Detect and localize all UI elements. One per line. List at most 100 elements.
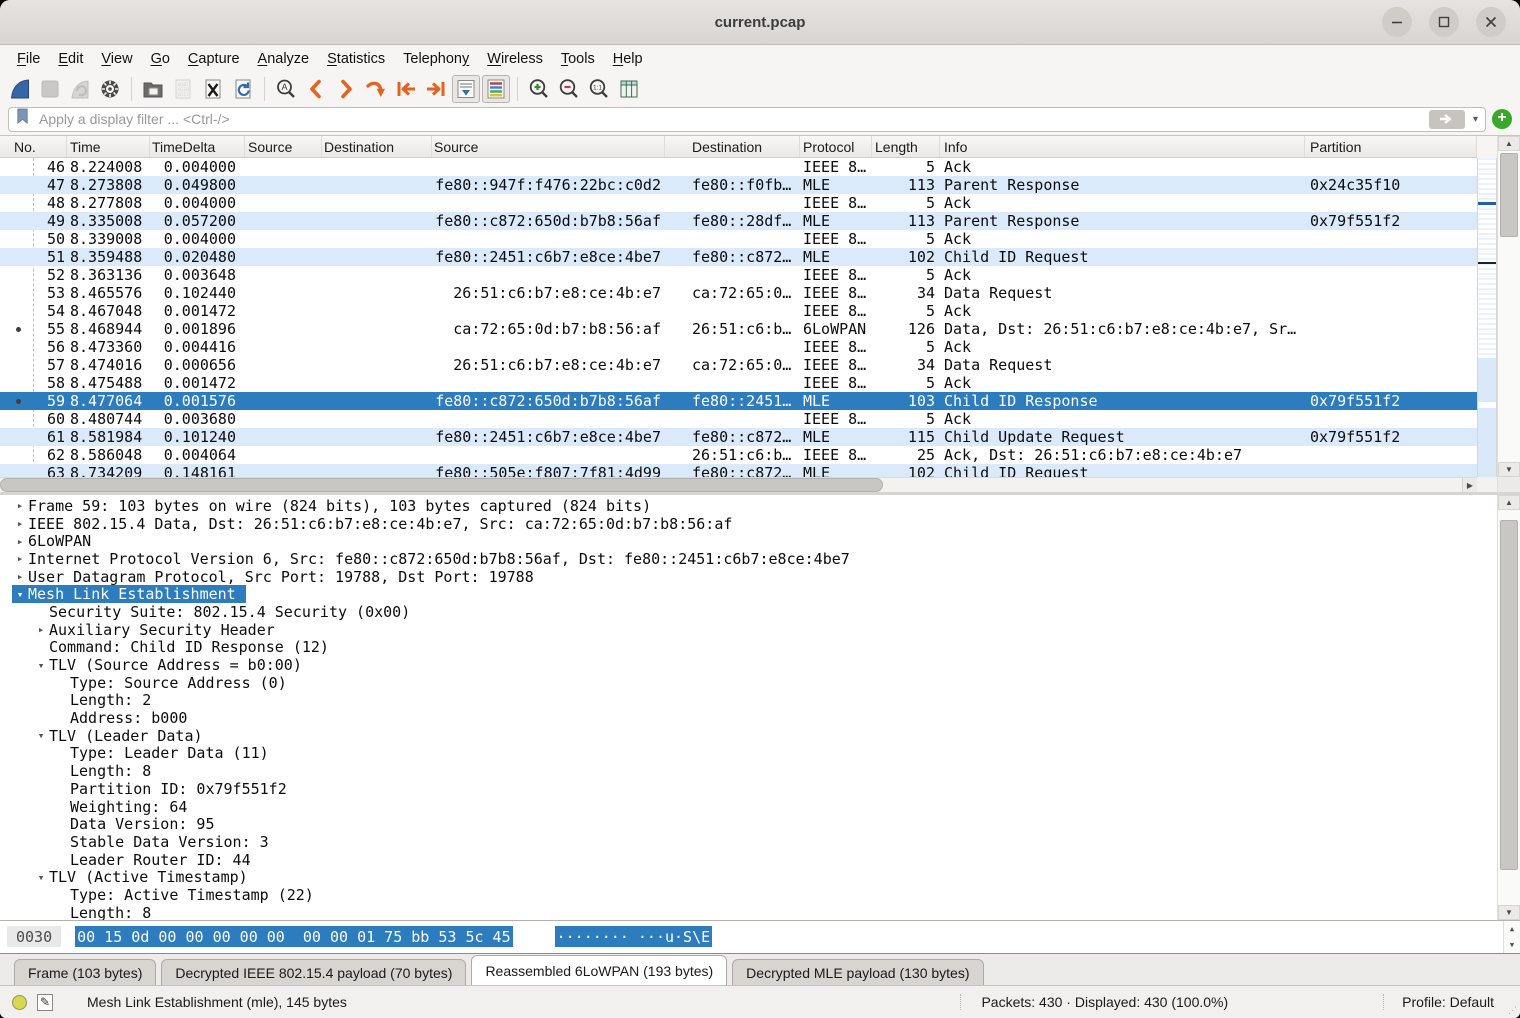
find-packet-icon[interactable]: A <box>272 75 300 103</box>
details-scroll-track[interactable] <box>1498 510 1520 905</box>
detail-row[interactable]: Type: Source Address (0) <box>0 674 1497 692</box>
detail-row[interactable]: Data Version: 95 <box>0 815 1497 833</box>
hex-scroll-down-arrow[interactable]: ▼ <box>1504 937 1520 953</box>
go-to-packet-icon[interactable] <box>362 75 390 103</box>
packet-row-53[interactable]: 538.4655760.10244026:51:c6:b7:e8:ce:4b:e… <box>0 284 1477 302</box>
byte-view-tab[interactable]: Frame (103 bytes) <box>14 959 156 985</box>
packet-list-vscrollbar[interactable]: ▲ ▼ <box>1497 136 1520 492</box>
collapsed-arrow-icon[interactable]: ▸ <box>12 517 28 530</box>
detail-row[interactable]: Stable Data Version: 3 <box>0 833 1497 851</box>
detail-row[interactable]: ▸Internet Protocol Version 6, Src: fe80:… <box>0 550 1497 568</box>
bookmark-icon[interactable] <box>16 108 29 130</box>
go-first-icon[interactable] <box>392 75 420 103</box>
detail-row[interactable]: Command: Child ID Response (12) <box>0 639 1497 657</box>
detail-row[interactable]: ▸Frame 59: 103 bytes on wire (824 bits),… <box>0 497 1497 515</box>
menu-statistics[interactable]: Statistics <box>318 48 394 70</box>
column-header-no[interactable]: No. <box>0 136 67 157</box>
menu-view[interactable]: View <box>92 48 141 70</box>
packet-row-50[interactable]: 508.3390080.004000IEEE 8…5Ack <box>0 230 1477 248</box>
packet-row-46[interactable]: 468.2240080.004000IEEE 8…5Ack <box>0 158 1477 176</box>
packet-minimap[interactable] <box>1477 158 1497 477</box>
detail-row[interactable]: Type: Leader Data (11) <box>0 745 1497 763</box>
menu-telephony[interactable]: Telephony <box>394 48 478 70</box>
byte-view-tab[interactable]: Decrypted MLE payload (130 bytes) <box>732 959 983 985</box>
packet-row-63[interactable]: 638.7342090.148161fe80::505e:f807:7f81:4… <box>0 464 1477 477</box>
minimize-button[interactable] <box>1382 7 1412 37</box>
capture-options-icon[interactable] <box>96 75 124 103</box>
menu-go[interactable]: Go <box>142 48 179 70</box>
close-button[interactable] <box>1476 7 1506 37</box>
zoom-in-icon[interactable] <box>525 75 553 103</box>
save-file-icon[interactable]: 010101100111 <box>169 75 197 103</box>
detail-row[interactable]: Length: 2 <box>0 692 1497 710</box>
resize-grip[interactable]: ⋰ <box>1508 1005 1518 1016</box>
intelligent-scrollbar[interactable] <box>1477 136 1497 492</box>
column-header-dst2[interactable]: Destination <box>665 136 800 157</box>
detail-row[interactable]: ▾TLV (Leader Data) <box>0 727 1497 745</box>
hex-vscrollbar[interactable]: ▲ ▼ <box>1503 921 1520 953</box>
zoom-out-icon[interactable] <box>555 75 583 103</box>
details-scroll-up-arrow[interactable]: ▲ <box>1498 495 1520 510</box>
expanded-arrow-icon[interactable]: ▾ <box>12 588 28 601</box>
reload-file-icon[interactable] <box>229 75 257 103</box>
detail-row[interactable]: ▸6LoWPAN <box>0 532 1497 550</box>
column-header-proto[interactable]: Protocol <box>800 136 872 157</box>
collapsed-arrow-icon[interactable]: ▸ <box>33 623 49 636</box>
go-forward-icon[interactable] <box>332 75 360 103</box>
start-capture-icon[interactable] <box>6 75 34 103</box>
menu-help[interactable]: Help <box>604 48 652 70</box>
column-header-dst1[interactable]: Destination <box>322 136 432 157</box>
zoom-original-icon[interactable]: 1:1 <box>585 75 613 103</box>
byte-view-tab[interactable]: Decrypted IEEE 802.15.4 payload (70 byte… <box>161 959 466 985</box>
byte-view-tab[interactable]: Reassembled 6LoWPAN (193 bytes) <box>471 955 727 985</box>
packet-row-62[interactable]: 628.5860480.00406426:51:c6:b…IEEE 8…25Ac… <box>0 446 1477 464</box>
expanded-arrow-icon[interactable]: ▾ <box>33 871 49 884</box>
restart-capture-icon[interactable] <box>66 75 94 103</box>
vscroll-thumb[interactable] <box>1500 153 1518 237</box>
column-header-delta[interactable]: TimeDelta <box>150 136 245 157</box>
packet-row-60[interactable]: 608.4807440.003680IEEE 8…5Ack <box>0 410 1477 428</box>
detail-row[interactable]: Address: b000 <box>0 709 1497 727</box>
go-back-icon[interactable] <box>302 75 330 103</box>
column-header-time[interactable]: Time <box>67 136 150 157</box>
vscroll-down-arrow[interactable]: ▼ <box>1498 462 1520 477</box>
detail-row[interactable]: Type: Active Timestamp (22) <box>0 886 1497 904</box>
packet-row-55[interactable]: 558.4689440.001896ca:72:65:0d:b7:b8:56:a… <box>0 320 1477 338</box>
vscroll-up-arrow[interactable]: ▲ <box>1498 136 1520 151</box>
collapsed-arrow-icon[interactable]: ▸ <box>12 499 28 512</box>
packet-row-52[interactable]: 528.3631360.003648IEEE 8…5Ack <box>0 266 1477 284</box>
detail-row[interactable]: Length: 8 <box>0 904 1497 920</box>
apply-filter-button[interactable] <box>1429 110 1465 129</box>
detail-row[interactable]: Partition ID: 0x79f551f2 <box>0 780 1497 798</box>
hex-line[interactable]: 0030 00 15 0d 00 00 00 00 00 00 00 01 75… <box>0 926 712 947</box>
detail-row[interactable]: Security Suite: 802.15.4 Security (0x00) <box>0 603 1497 621</box>
add-filter-button[interactable]: + <box>1492 109 1512 129</box>
menu-edit[interactable]: Edit <box>49 48 92 70</box>
detail-row[interactable]: Weighting: 64 <box>0 798 1497 816</box>
vscroll-track[interactable] <box>1498 151 1520 462</box>
hscroll-right-arrow[interactable]: ▶ <box>1462 478 1477 492</box>
hex-bytes-selected[interactable]: 00 15 0d 00 00 00 00 00 00 00 01 75 bb 5… <box>75 926 512 947</box>
maximize-button[interactable] <box>1429 7 1459 37</box>
detail-row[interactable]: ▸IEEE 802.15.4 Data, Dst: 26:51:c6:b7:e8… <box>0 515 1497 533</box>
details-vscrollbar[interactable]: ▲ ▼ <box>1497 495 1520 920</box>
column-header-len[interactable]: Length <box>872 136 940 157</box>
hscrollbar-thumb[interactable] <box>0 478 883 492</box>
expanded-arrow-icon[interactable]: ▾ <box>33 659 49 672</box>
detail-row[interactable]: ▾Mesh Link Establishment <box>0 585 1497 603</box>
packet-row-49[interactable]: 498.3350080.057200fe80::c872:650d:b7b8:5… <box>0 212 1477 230</box>
packet-row-61[interactable]: 618.5819840.101240fe80::2451:c6b7:e8ce:4… <box>0 428 1477 446</box>
packet-row-56[interactable]: 568.4733600.004416IEEE 8…5Ack <box>0 338 1477 356</box>
menu-wireless[interactable]: Wireless <box>478 48 552 70</box>
details-scroll-thumb[interactable] <box>1500 520 1518 870</box>
packet-row-51[interactable]: 518.3594880.020480fe80::2451:c6b7:e8ce:4… <box>0 248 1477 266</box>
open-file-icon[interactable] <box>139 75 167 103</box>
display-filter-field[interactable]: ▾ <box>8 107 1486 132</box>
close-file-icon[interactable] <box>199 75 227 103</box>
detail-row[interactable]: ▸Auxiliary Security Header <box>0 621 1497 639</box>
packet-row-48[interactable]: 488.2778080.004000IEEE 8…5Ack <box>0 194 1477 212</box>
column-header-info[interactable]: Info <box>940 136 1305 157</box>
packet-row-54[interactable]: 548.4670480.001472IEEE 8…5Ack <box>0 302 1477 320</box>
menu-analyze[interactable]: Analyze <box>249 48 319 70</box>
auto-scroll-icon[interactable] <box>452 75 480 103</box>
